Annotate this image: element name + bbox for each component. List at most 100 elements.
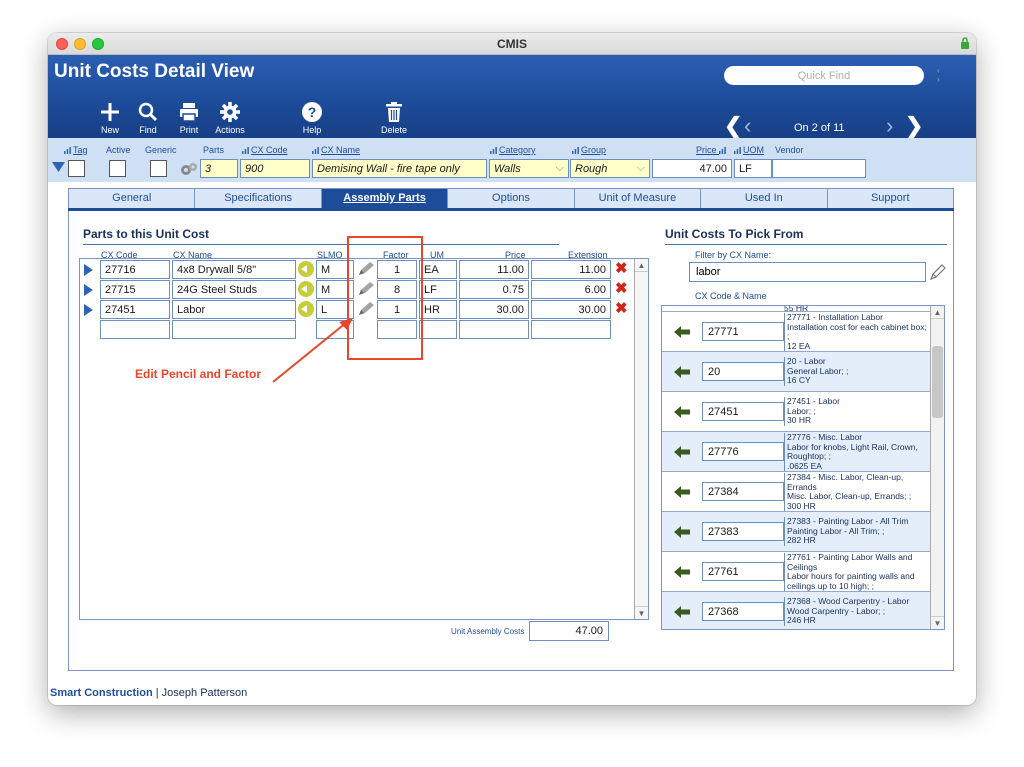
tag-label[interactable]: Tag bbox=[64, 145, 88, 155]
list-item[interactable]: 27368 27368 - Wood Carpentry - Labor Woo… bbox=[662, 592, 932, 629]
list-item[interactable]: 27761 27761 - Painting Labor Walls and C… bbox=[662, 552, 932, 592]
list-item[interactable]: 27776 27776 - Misc. Labor Labor for knob… bbox=[662, 432, 932, 472]
tab-options[interactable]: Options bbox=[448, 189, 575, 208]
pick-list-header: CX Code & Name bbox=[695, 291, 767, 301]
new-part-price-cell[interactable] bbox=[459, 320, 529, 339]
list-item[interactable]: 20 20 - Labor General Labor; ; 16 CY bbox=[662, 352, 932, 392]
tab-assembly-parts[interactable]: Assembly Parts bbox=[321, 189, 449, 208]
app-window: CMIS Unit Costs Detail View ‹› New Find … bbox=[48, 33, 976, 705]
delete-row-icon[interactable]: ✖ bbox=[615, 300, 628, 318]
previous-record-button[interactable]: ‹ bbox=[744, 113, 751, 139]
sort-icon bbox=[572, 147, 579, 154]
parts-gears-icon bbox=[181, 163, 197, 175]
list-item[interactable]: 27771 27771 - Installation Labor Install… bbox=[662, 312, 932, 352]
part-um-cell[interactable]: LF bbox=[419, 280, 457, 299]
row-select-triangle-icon[interactable] bbox=[84, 304, 93, 316]
actions-button[interactable]: Actions bbox=[208, 101, 252, 135]
go-to-part-icon[interactable] bbox=[298, 301, 314, 317]
pick-code-field: 27761 bbox=[702, 562, 784, 581]
print-button[interactable]: Print bbox=[167, 101, 211, 135]
list-item[interactable]: 27451 27451 - Labor Labor; ; 30 HR bbox=[662, 392, 932, 432]
pick-arrow-icon[interactable] bbox=[674, 406, 690, 418]
last-record-button[interactable]: ❯ bbox=[905, 113, 923, 139]
go-to-part-icon[interactable] bbox=[298, 261, 314, 277]
part-code-cell[interactable]: 27716 bbox=[100, 260, 170, 279]
part-price-cell[interactable]: 11.00 bbox=[459, 260, 529, 279]
list-item[interactable]: 27384 27384 - Misc. Labor, Clean-up, Err… bbox=[662, 472, 932, 512]
part-name-cell[interactable]: 4x8 Drywall 5/8" bbox=[172, 260, 296, 279]
part-um-cell[interactable]: HR bbox=[419, 300, 457, 319]
pick-arrow-icon[interactable] bbox=[674, 526, 690, 538]
row-select-triangle-icon[interactable] bbox=[84, 284, 93, 296]
new-part-um-cell[interactable] bbox=[419, 320, 457, 339]
footer: Smart Construction | Joseph Patterson bbox=[50, 687, 247, 699]
scroll-thumb[interactable] bbox=[932, 346, 943, 418]
price-sort-label[interactable]: Price bbox=[696, 145, 728, 155]
uom-sort-label[interactable]: UOM bbox=[734, 145, 764, 155]
row-select-triangle-icon[interactable] bbox=[84, 264, 93, 276]
parts-scrollbar[interactable]: ▲ ▼ bbox=[634, 259, 648, 619]
pick-arrow-icon[interactable] bbox=[674, 486, 690, 498]
part-price-cell[interactable]: 0.75 bbox=[459, 280, 529, 299]
pick-arrow-icon[interactable] bbox=[674, 566, 690, 578]
part-code-cell[interactable]: 27715 bbox=[100, 280, 170, 299]
vendor-field[interactable] bbox=[772, 159, 866, 178]
tag-checkbox[interactable] bbox=[68, 160, 85, 177]
tab-general[interactable]: General bbox=[69, 189, 196, 208]
part-price-cell[interactable]: 30.00 bbox=[459, 300, 529, 319]
find-button-label: Find bbox=[139, 125, 157, 135]
group-select[interactable]: Rough ⌵ bbox=[570, 159, 650, 178]
help-button[interactable]: ? Help bbox=[290, 101, 334, 135]
category-sort-label[interactable]: Category bbox=[490, 145, 536, 155]
filter-label: Filter by CX Name: bbox=[695, 250, 772, 260]
part-name-cell[interactable]: 24G Steel Studs bbox=[172, 280, 296, 299]
scroll-up-icon[interactable]: ▲ bbox=[635, 259, 648, 272]
scroll-up-icon[interactable]: ▲ bbox=[931, 306, 944, 319]
parts-count-field[interactable]: 3 bbox=[200, 159, 238, 178]
footer-brand: Smart Construction bbox=[50, 687, 153, 699]
pick-arrow-icon[interactable] bbox=[674, 446, 690, 458]
go-to-part-icon[interactable] bbox=[298, 281, 314, 297]
tab-used-in[interactable]: Used In bbox=[701, 189, 828, 208]
record-expand-triangle-icon[interactable] bbox=[52, 161, 65, 173]
cx-code-sort-label[interactable]: CX Code bbox=[242, 145, 288, 155]
svg-text:?: ? bbox=[308, 104, 317, 120]
quick-find-input[interactable] bbox=[724, 66, 924, 85]
part-code-cell[interactable]: 27451 bbox=[100, 300, 170, 319]
price-field[interactable]: 47.00 bbox=[652, 159, 732, 178]
generic-checkbox[interactable] bbox=[150, 160, 167, 177]
scroll-down-icon[interactable]: ▼ bbox=[635, 606, 648, 619]
pick-list-scrollbar[interactable]: ▲ ▼ bbox=[930, 306, 944, 629]
tab-support[interactable]: Support bbox=[827, 189, 954, 208]
pick-arrow-icon[interactable] bbox=[674, 366, 690, 378]
uom-field[interactable]: LF bbox=[734, 159, 772, 178]
active-checkbox[interactable] bbox=[109, 160, 126, 177]
tab-unit-of-measure[interactable]: Unit of Measure bbox=[574, 189, 702, 208]
delete-button[interactable]: Delete bbox=[372, 101, 416, 135]
delete-row-icon[interactable]: ✖ bbox=[615, 280, 628, 298]
pick-arrow-icon[interactable] bbox=[674, 606, 690, 618]
group-sort-label[interactable]: Group bbox=[572, 145, 606, 155]
list-item[interactable]: 27383 27383 - Painting Labor - All Trim … bbox=[662, 512, 932, 552]
help-icon: ? bbox=[302, 102, 322, 122]
first-record-button[interactable]: ❮ bbox=[724, 113, 742, 139]
cx-name-sort-label[interactable]: CX Name bbox=[312, 145, 360, 155]
edit-filter-pencil-icon[interactable] bbox=[929, 263, 947, 281]
category-select[interactable]: Walls ⌵ bbox=[489, 159, 569, 178]
tab-specifications[interactable]: Specifications bbox=[195, 189, 322, 208]
cx-name-field[interactable]: Demising Wall - fire tape only bbox=[312, 159, 487, 178]
plus-icon bbox=[101, 103, 119, 121]
print-button-label: Print bbox=[179, 125, 199, 135]
part-um-cell[interactable]: EA bbox=[419, 260, 457, 279]
cx-code-field[interactable]: 900 bbox=[240, 159, 310, 178]
parts-label: Parts bbox=[203, 145, 225, 155]
pick-arrow-icon[interactable] bbox=[674, 326, 690, 338]
find-button[interactable]: Find bbox=[126, 101, 170, 135]
delete-row-icon[interactable]: ✖ bbox=[615, 260, 628, 278]
filter-cx-name-input[interactable] bbox=[689, 262, 926, 282]
new-part-code-cell[interactable] bbox=[100, 320, 170, 339]
quick-find-stepper-icon[interactable]: ‹ › bbox=[937, 66, 940, 84]
scroll-down-icon[interactable]: ▼ bbox=[931, 616, 944, 629]
sort-icon bbox=[64, 147, 71, 154]
next-record-button[interactable]: › bbox=[886, 113, 893, 139]
